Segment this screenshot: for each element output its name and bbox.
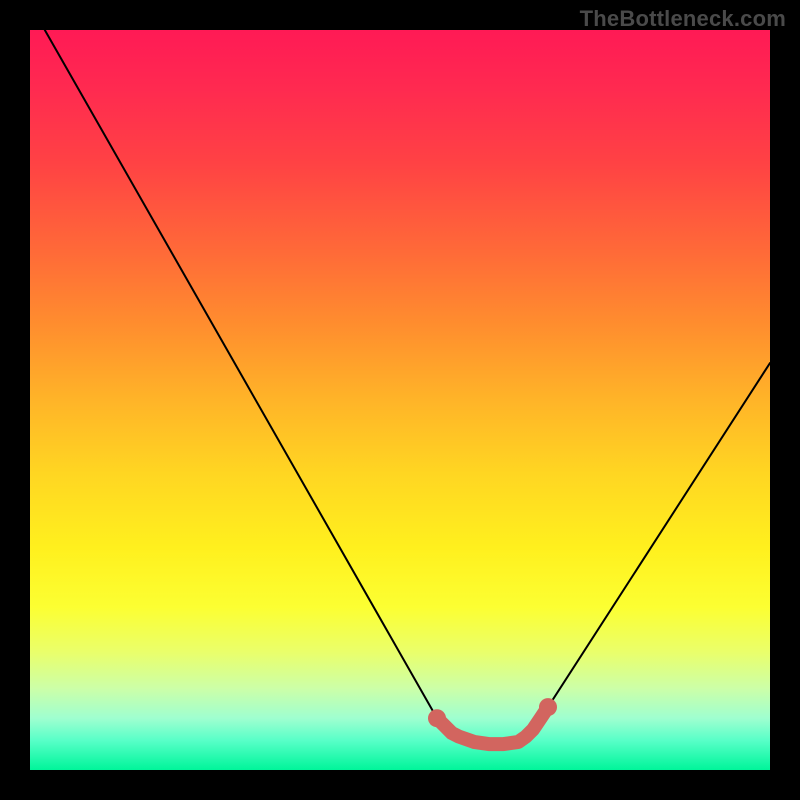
chart-svg [30,30,770,770]
optimal-region-marker [428,698,557,744]
watermark-text: TheBottleneck.com [580,6,786,32]
plot-area [30,30,770,770]
bottleneck-curve-line [45,30,770,744]
chart-container: TheBottleneck.com [0,0,800,800]
